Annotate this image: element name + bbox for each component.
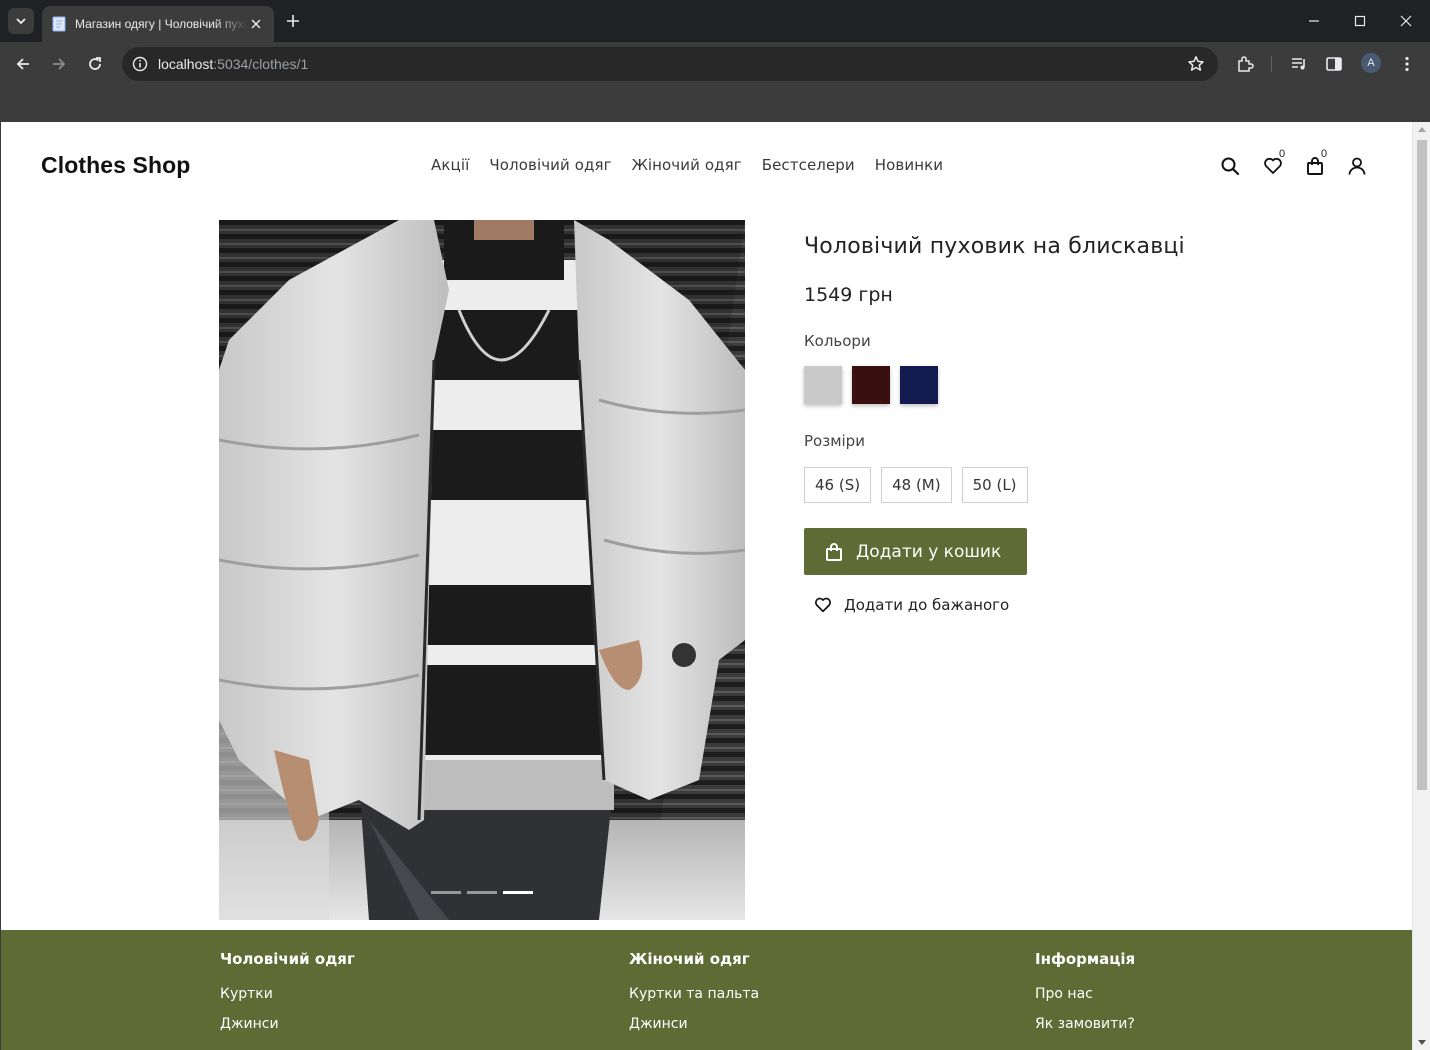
close-window-button[interactable]: [1383, 6, 1429, 36]
size-button-l[interactable]: 50 (L): [961, 467, 1028, 503]
bookmark-star-icon[interactable]: [1186, 54, 1206, 74]
colors-label: Кольори: [804, 332, 871, 350]
bookmarks-bar: [0, 86, 1430, 122]
extensions-icon[interactable]: [1233, 52, 1257, 76]
footer-link[interactable]: Джинси: [629, 1016, 759, 1032]
heart-icon: [815, 597, 831, 613]
size-button-s[interactable]: 46 (S): [804, 467, 872, 503]
carousel-indicators: [219, 891, 745, 894]
reload-icon: [89, 57, 101, 70]
new-tab-button[interactable]: [283, 10, 303, 32]
user-account-icon[interactable]: [1345, 154, 1369, 178]
carousel-dot[interactable]: [431, 891, 461, 894]
cart-count-badge: 0: [1321, 148, 1328, 160]
minimize-icon: [1309, 20, 1319, 22]
footer-link[interactable]: Джинси: [220, 1016, 355, 1032]
search-icon[interactable]: [1218, 154, 1242, 178]
chevron-down-icon: [16, 18, 26, 25]
site-info-icon[interactable]: [130, 54, 150, 74]
profile-avatar[interactable]: A: [1361, 53, 1381, 73]
scroll-down-arrow-icon[interactable]: [1418, 1040, 1426, 1045]
address-bar[interactable]: localhost:5034/clothes/1: [122, 47, 1218, 81]
add-to-wishlist-button[interactable]: Додати до бажаного: [814, 596, 1009, 614]
wishlist-count-badge: 0: [1279, 148, 1286, 160]
nav-link-men[interactable]: Чоловічий одяг: [489, 156, 611, 174]
nav-link-women[interactable]: Жіночий одяг: [632, 156, 742, 174]
add-to-cart-button[interactable]: Додати у кошик: [804, 528, 1027, 575]
product-photo: [219, 220, 745, 920]
footer-heading: Жіночий одяг: [629, 950, 750, 968]
plus-icon: [287, 15, 299, 27]
main-nav: Акції Чоловічий одяг Жіночий одяг Бестсе…: [431, 156, 943, 174]
page-scrollbar[interactable]: [1412, 122, 1430, 1050]
color-swatch-navy[interactable]: [900, 366, 938, 404]
minimize-button[interactable]: [1291, 6, 1337, 36]
maximize-button[interactable]: [1337, 6, 1383, 36]
tab-search-button[interactable]: [8, 8, 34, 34]
more-menu-icon[interactable]: [1395, 52, 1419, 76]
media-controls-icon[interactable]: [1287, 52, 1311, 76]
footer-column-info: Інформація Про нас Як замовити?: [1035, 950, 1135, 1046]
site-logo[interactable]: Clothes Shop: [41, 152, 190, 179]
nav-link-sales[interactable]: Акції: [431, 156, 469, 174]
page-favicon-icon: [52, 16, 66, 32]
site-footer: Чоловічий одяг Куртки Джинси Жіночий одя…: [1, 930, 1413, 1050]
reload-button[interactable]: [81, 50, 109, 78]
footer-link[interactable]: Про нас: [1035, 986, 1135, 1002]
forward-button[interactable]: [45, 50, 73, 78]
size-options: 46 (S) 48 (M) 50 (L): [804, 467, 1028, 503]
footer-link[interactable]: Куртки: [220, 986, 355, 1002]
footer-link[interactable]: Як замовити?: [1035, 1016, 1135, 1032]
color-swatches: [804, 366, 938, 404]
carousel-dot-active[interactable]: [503, 891, 533, 894]
product-price: 1549 грн: [804, 284, 893, 306]
tab-strip: Магазин одягу | Чоловічий пуховик на бли…: [0, 0, 1430, 42]
add-to-wishlist-label: Додати до бажаного: [844, 596, 1010, 614]
scrollbar-thumb[interactable]: [1417, 140, 1427, 790]
footer-column-men: Чоловічий одяг Куртки Джинси: [220, 950, 355, 1046]
sizes-label: Розміри: [804, 432, 865, 450]
back-button[interactable]: [9, 50, 37, 78]
size-button-m[interactable]: 48 (M): [881, 467, 952, 503]
toolbar-separator: [1271, 56, 1272, 72]
product-title: Чоловічий пуховик на блискавці: [804, 234, 1185, 259]
color-swatch-grey[interactable]: [804, 366, 842, 404]
add-to-cart-label: Додати у кошик: [856, 541, 1002, 562]
arrow-right-icon: [53, 58, 66, 70]
footer-heading: Інформація: [1035, 950, 1136, 968]
maximize-icon: [1354, 15, 1366, 27]
product-image-carousel[interactable]: [219, 220, 745, 920]
browser-tab-active[interactable]: Магазин одягу | Чоловічий пуховик на бли…: [42, 6, 274, 42]
footer-heading: Чоловічий одяг: [220, 950, 355, 968]
browser-toolbar: localhost:5034/clothes/1 A: [0, 42, 1430, 86]
color-swatch-burgundy[interactable]: [852, 366, 890, 404]
footer-link[interactable]: Куртки та пальта: [629, 986, 759, 1002]
nav-link-bestsellers[interactable]: Бестселери: [762, 156, 855, 174]
tab-close-icon[interactable]: [248, 16, 264, 32]
tab-title: Магазин одягу | Чоловічий пуховик на бли…: [75, 17, 248, 31]
carousel-dot[interactable]: [467, 891, 497, 894]
scroll-up-arrow-icon[interactable]: [1418, 127, 1426, 132]
nav-link-new[interactable]: Новинки: [875, 156, 943, 174]
shopping-bag-icon: [826, 542, 842, 561]
footer-column-women: Жіночий одяг Куртки та пальта Джинси: [629, 950, 759, 1046]
page-viewport: Clothes Shop Акції Чоловічий одяг Жіночи…: [0, 122, 1430, 1050]
side-panel-icon[interactable]: [1322, 52, 1346, 76]
close-icon: [1400, 15, 1412, 27]
arrow-left-icon: [16, 58, 29, 70]
url-text: localhost:5034/clothes/1: [158, 56, 309, 72]
